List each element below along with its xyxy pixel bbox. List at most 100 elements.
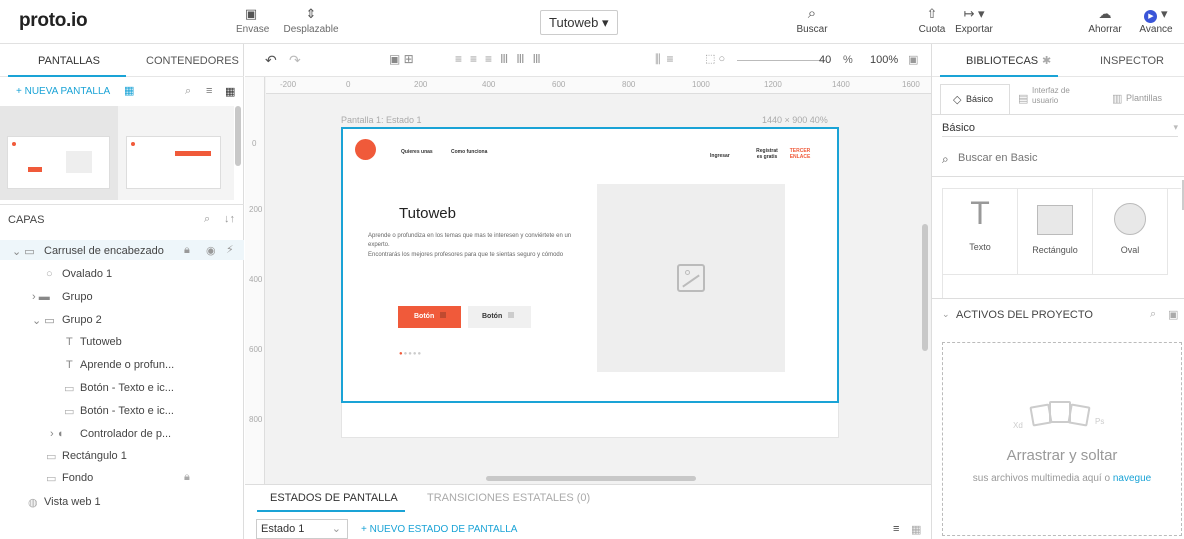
search-button[interactable]: ⌕ Buscar [790, 6, 834, 36]
export-button[interactable]: ↦ ▾ Exportar [948, 6, 1000, 35]
image-icon[interactable]: ▣ [1168, 308, 1178, 321]
library-select[interactable]: Básico ▾ [942, 122, 1178, 137]
interaction-icon[interactable]: ⚡︎ [226, 243, 234, 256]
state-select[interactable]: Estado 1 ⌄ [256, 519, 348, 539]
zoom-value[interactable]: 40 [819, 54, 831, 66]
tab-screen-states[interactable]: ESTADOS DE PANTALLA [270, 492, 398, 504]
logo-circle[interactable] [355, 139, 376, 160]
screen-add-icon[interactable]: ▦ [124, 84, 134, 97]
fit-icon[interactable]: ▣ [908, 53, 918, 66]
nav-third-link[interactable]: TERCER ENLACE [787, 148, 813, 160]
layer-carrusel[interactable]: Carrusel de encabezado [44, 245, 164, 257]
library-item-oval[interactable]: Oval [1093, 189, 1168, 275]
library-item-text[interactable]: T Texto [943, 189, 1018, 275]
text-icon: T [66, 336, 73, 348]
distribute-icons[interactable]: ⫼≡ [655, 52, 680, 67]
state-select-value: Estado 1 [261, 523, 305, 535]
save-label: Ahorrar [1088, 24, 1122, 35]
screen-thumbnail-1[interactable] [7, 136, 110, 189]
nav-link-2[interactable]: Como funciona [451, 149, 487, 155]
lock-icon[interactable]: 🔒︎ [184, 244, 190, 257]
layers-search-icon[interactable]: ⌕ [204, 213, 210, 226]
rectangle-icon [1037, 205, 1073, 235]
sub-tab-ui[interactable]: ▤ Interfaz de usuario [1018, 84, 1098, 114]
search-icon[interactable]: ⌕ [1150, 308, 1156, 321]
grid-view-icon[interactable]: ▦ [225, 85, 235, 98]
tab-inspector[interactable]: INSPECTOR [1100, 55, 1164, 67]
layer-tutoweb[interactable]: Tutoweb [80, 336, 122, 348]
search-icon: ⌕ [942, 152, 949, 166]
tab-screens[interactable]: PANTALLAS [38, 55, 100, 67]
zoom-slider[interactable] [737, 60, 825, 61]
sort-icon[interactable]: ↓↑ [224, 213, 235, 225]
search-screens-icon[interactable]: ⌕ [185, 85, 191, 98]
tab-state-transitions[interactable]: TRANSICIONES ESTATALES (0) [427, 492, 590, 504]
ruler-label: 1600 [902, 80, 920, 89]
sub-tab-templates[interactable]: ▥ Plantillas [1112, 84, 1182, 114]
new-state-button[interactable]: + NUEVO ESTADO DE PANTALLA [361, 524, 517, 535]
grid-view-icon[interactable]: ▦ [911, 523, 921, 536]
button-icon [440, 312, 447, 318]
search-label: Buscar [796, 24, 828, 35]
envase-button[interactable]: ▣ Envase [236, 6, 269, 35]
zoom-unit: % [843, 54, 853, 66]
layer-grupo[interactable]: Grupo [62, 291, 93, 303]
folder-icon: › ▬ [32, 291, 50, 303]
desplazable-button[interactable]: ⇕ Desplazable [281, 6, 341, 35]
library-search-input[interactable] [958, 148, 1168, 168]
image-placeholder[interactable] [597, 184, 785, 372]
nav-ingresar[interactable]: Ingresar [710, 153, 730, 159]
new-screen-button[interactable]: + NUEVA PANTALLA [16, 86, 110, 97]
screen-frame[interactable]: Quieres unas Como funciona Ingresar Regí… [341, 127, 839, 403]
preview-button[interactable]: ▶ ▾ Avance [1136, 6, 1176, 35]
share-button[interactable]: ⇧ Cuota [917, 6, 947, 35]
button-icon: ▭ [64, 406, 75, 418]
layer-vista-web[interactable]: Vista web 1 [44, 496, 101, 508]
list-view-icon[interactable]: ≡ [206, 85, 212, 97]
save-button[interactable]: ☁ Ahorrar [1084, 6, 1126, 35]
primary-button[interactable]: Botón [398, 306, 461, 328]
ps-icon: Ps [1095, 417, 1105, 426]
secondary-button-label: Botón [482, 313, 503, 320]
canvas-vscrollbar[interactable] [922, 224, 928, 351]
redo-icon[interactable]: ↷ [289, 52, 301, 69]
canvas-hscrollbar[interactable] [486, 476, 696, 481]
oval-icon [1114, 203, 1146, 235]
zoom-reset[interactable]: 100% [870, 54, 898, 66]
group-icon[interactable]: ▣ ⊞ [389, 52, 414, 66]
tab-libraries[interactable]: BIBLIOTECAS [966, 55, 1038, 67]
sub-tab-ui-label: Interfaz de usuario [1032, 86, 1070, 105]
browse-link[interactable]: navegue [1113, 473, 1151, 484]
visibility-icon[interactable]: ◉ [206, 244, 216, 257]
list-view-icon[interactable]: ≡ [893, 523, 899, 535]
layer-rectangulo[interactable]: Rectángulo 1 [62, 450, 127, 462]
screen-dimensions: 1440 × 900 40% [762, 115, 828, 125]
app-logo[interactable]: proto.io [19, 10, 88, 32]
layer-boton-1[interactable]: Botón - Texto e ic... [80, 382, 174, 394]
lock-icon[interactable]: 🔒︎ [184, 471, 190, 484]
left-panel: PANTALLAS CONTENEDORES + NUEVA PANTALLA … [0, 44, 244, 539]
carousel-dots[interactable]: ●●●●● [399, 351, 422, 357]
screen-thumbnail-2[interactable] [126, 136, 221, 189]
undo-icon[interactable]: ↶ [265, 52, 277, 69]
layer-controlador[interactable]: Controlador de p... [80, 428, 171, 440]
library-item-rectangle[interactable]: Rectángulo [1018, 189, 1093, 275]
ruler-label: 600 [552, 80, 566, 89]
align-icons[interactable]: ≡≡≡ⅢⅢⅢ [455, 52, 549, 66]
tab-containers[interactable]: CONTENEDORES [146, 55, 239, 67]
layer-boton-2[interactable]: Botón - Texto e ic... [80, 405, 174, 417]
eyedropper-icon[interactable]: ⬚ ○ [705, 52, 725, 65]
pin-icon[interactable]: ✱ [1042, 54, 1051, 67]
nav-register[interactable]: Regístrat es gratis [753, 148, 781, 160]
sub-tab-basic[interactable]: ◇ Básico [940, 84, 1010, 114]
layer-ovalado[interactable]: Ovalado 1 [62, 268, 112, 280]
thumbnail-scrollbar[interactable] [235, 106, 241, 166]
layer-grupo-2[interactable]: Grupo 2 [62, 314, 102, 326]
layer-aprende[interactable]: Aprende o profun... [80, 359, 174, 371]
nav-link-1[interactable]: Quieres unas [401, 149, 433, 155]
collapse-icon[interactable]: ⌄ [942, 309, 950, 320]
layer-fondo[interactable]: Fondo [62, 472, 93, 484]
drop-zone[interactable]: Xd Ps Arrastrar y soltar sus archivos mu… [942, 342, 1182, 536]
project-title-dropdown[interactable]: Tutoweb ▾ [540, 10, 618, 35]
secondary-button[interactable]: Botón [468, 306, 531, 328]
